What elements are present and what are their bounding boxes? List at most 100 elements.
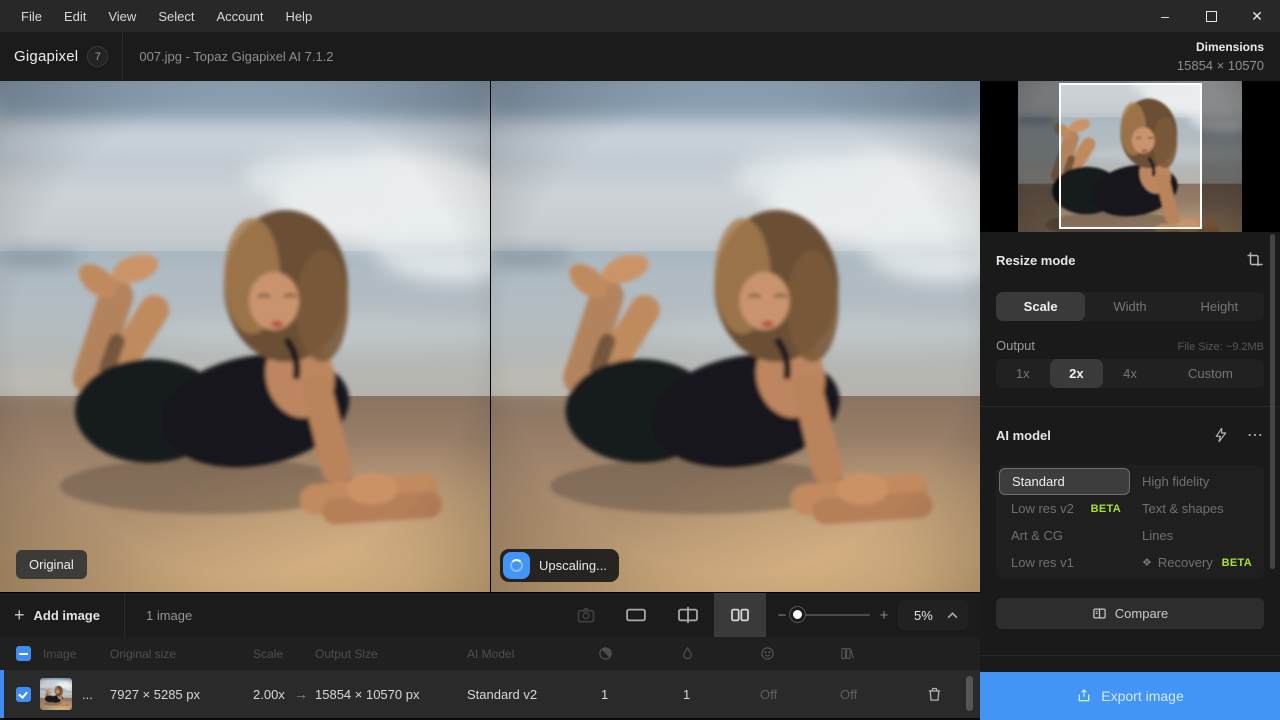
add-image-label: Add image: [34, 608, 100, 623]
export-label: Export image: [1101, 688, 1183, 704]
close-button[interactable]: ✕: [1234, 0, 1280, 32]
trash-icon[interactable]: [926, 686, 943, 703]
compare-button[interactable]: Compare: [996, 598, 1264, 629]
row-gamma-value[interactable]: Off: [840, 670, 857, 718]
chevron-up-icon: [947, 612, 958, 619]
face-recovery-icon: [760, 646, 775, 661]
export-image-button[interactable]: Export image: [980, 672, 1280, 720]
spinner-icon: [510, 559, 523, 572]
view-split-button[interactable]: [662, 593, 714, 637]
navigator-viewport-box[interactable]: [1059, 83, 1202, 229]
image-count: 1 image: [146, 593, 192, 638]
scale-2x[interactable]: 2x: [1050, 359, 1104, 388]
model-art-cg[interactable]: Art & CG: [999, 522, 1130, 549]
menu-bar: File Edit View Select Account Help – ✕: [0, 0, 1280, 32]
model-recovery[interactable]: ❖RecoveryBETA: [1130, 549, 1261, 576]
navigator-strip[interactable]: [980, 81, 1280, 232]
row-denoise-value[interactable]: 1: [683, 670, 690, 718]
menu-view[interactable]: View: [97, 0, 147, 32]
indeterminate-mark: [19, 653, 28, 655]
table-scrollbar[interactable]: [966, 676, 973, 711]
sidebar-scrollbar[interactable]: [1270, 234, 1275, 569]
add-image-button[interactable]: + Add image: [14, 593, 100, 638]
header-output-size: Output Size: [315, 637, 378, 670]
gamma-icon: [840, 646, 855, 661]
row-face-recovery-value[interactable]: Off: [760, 670, 777, 718]
header-original-size: Original size: [110, 637, 176, 670]
row-sharpen-value[interactable]: 1: [601, 670, 608, 718]
crop-icon[interactable]: [1246, 251, 1264, 269]
preview-pane[interactable]: Upscaling...: [491, 81, 980, 592]
model-standard[interactable]: Standard: [999, 468, 1130, 495]
zoom-level-value: 5%: [914, 608, 933, 623]
menu-edit[interactable]: Edit: [53, 0, 97, 32]
denoise-icon: [680, 646, 695, 661]
scale-4x[interactable]: 4x: [1103, 359, 1157, 388]
model-label: Recovery: [1158, 555, 1213, 570]
header-ai-model: AI Model: [467, 637, 514, 670]
split-view-icon: [677, 606, 699, 624]
sharpen-icon: [598, 646, 613, 661]
lightning-icon[interactable]: [1213, 427, 1229, 443]
close-icon: ✕: [1251, 8, 1263, 25]
minimize-icon: –: [1161, 8, 1169, 24]
tab-height[interactable]: Height: [1175, 292, 1264, 321]
processing-status: Upscaling...: [500, 549, 619, 582]
select-all-checkbox[interactable]: [16, 646, 31, 661]
header-image: Image: [43, 637, 76, 670]
zoom-in-button[interactable]: +: [872, 593, 896, 637]
snapshot-button[interactable]: [576, 605, 596, 625]
version-badge[interactable]: 7: [87, 46, 108, 67]
tab-scale[interactable]: Scale: [996, 292, 1085, 321]
plus-icon: +: [880, 607, 889, 624]
menu-help[interactable]: Help: [274, 0, 323, 32]
dimensions-value: 15854 × 10570: [1177, 58, 1264, 73]
model-text-shapes[interactable]: Text & shapes: [1130, 495, 1261, 522]
scale-1x[interactable]: 1x: [996, 359, 1050, 388]
zoom-slider-track[interactable]: [796, 614, 870, 616]
model-low-res-v2[interactable]: Low res v2BETA: [999, 495, 1130, 522]
ai-model-header: AI model ⋯: [996, 425, 1264, 445]
model-low-res-v1[interactable]: Low res v1: [999, 549, 1130, 576]
window-controls: – ✕: [1142, 0, 1280, 32]
model-label: Low res v2: [1011, 501, 1074, 516]
menu-file[interactable]: File: [10, 0, 53, 32]
menu-items: File Edit View Select Account Help: [0, 0, 323, 32]
bottom-toolbar: + Add image 1 image: [0, 592, 980, 637]
menu-account[interactable]: Account: [205, 0, 274, 32]
processing-label: Upscaling...: [539, 558, 607, 573]
minimize-button[interactable]: –: [1142, 0, 1188, 32]
spinner-badge: [503, 552, 530, 579]
app-name: Gigapixel: [14, 48, 78, 65]
zoom-slider-handle[interactable]: [790, 607, 805, 622]
view-side-by-side-button[interactable]: [714, 593, 766, 637]
row-original-size: 7927 × 5285 px: [110, 670, 200, 718]
row-checkbox[interactable]: [16, 687, 31, 702]
more-options-icon[interactable]: ⋯: [1247, 425, 1264, 445]
model-high-fidelity[interactable]: High fidelity: [1130, 468, 1261, 495]
resize-mode-tabs: Scale Width Height: [996, 292, 1264, 321]
title-bar: Gigapixel 7 007.jpg - Topaz Gigapixel AI…: [0, 32, 1280, 81]
scale-custom[interactable]: Custom: [1157, 359, 1264, 388]
original-pane[interactable]: Original: [0, 81, 490, 592]
row-ai-model[interactable]: Standard v2: [467, 670, 537, 718]
sidebar-divider: [980, 406, 1280, 407]
ai-model-grid: Standard High fidelity Low res v2BETA Te…: [996, 465, 1264, 579]
menu-select[interactable]: Select: [147, 0, 205, 32]
compare-icon: [1092, 606, 1107, 621]
row-output-size: 15854 × 10570 px: [315, 670, 419, 718]
queue-table-row[interactable]: ... 7927 × 5285 px 2.00x → 15854 × 10570…: [0, 670, 980, 718]
toolbar-separator: [124, 593, 125, 638]
tab-width[interactable]: Width: [1085, 292, 1174, 321]
single-view-icon: [625, 607, 647, 623]
dimensions-block: Dimensions 15854 × 10570: [1177, 40, 1280, 73]
view-mode-group: [610, 593, 766, 637]
model-lines[interactable]: Lines: [1130, 522, 1261, 549]
output-header: Output File Size: ~9.2MB: [996, 338, 1264, 353]
view-single-button[interactable]: [610, 593, 662, 637]
dimensions-label: Dimensions: [1177, 40, 1264, 54]
maximize-button[interactable]: [1188, 0, 1234, 32]
settings-sidebar: Resize mode Scale Width Height Output Fi…: [980, 81, 1280, 720]
upscaled-photo: [491, 81, 980, 592]
zoom-level-select[interactable]: 5%: [898, 600, 968, 630]
